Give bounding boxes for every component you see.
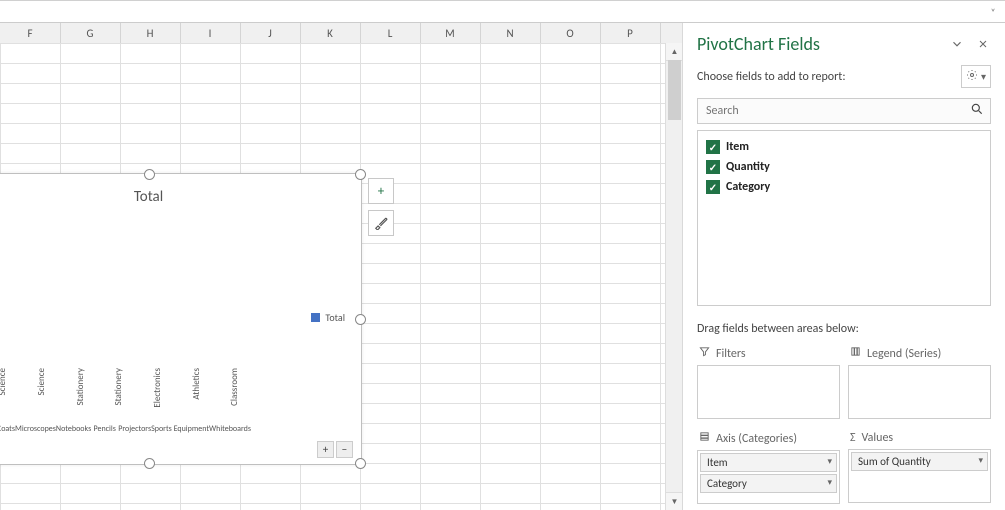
- field-label: Category: [726, 180, 770, 194]
- search-input[interactable]: [704, 103, 970, 119]
- filter-icon: [699, 346, 710, 361]
- columns-icon: [850, 346, 861, 361]
- chart-elements-button[interactable]: +: [368, 178, 394, 204]
- drag-instruction: Drag fields between areas below:: [683, 316, 1005, 342]
- field-label: Item: [726, 140, 749, 154]
- chart-item-label: Microscopes: [15, 424, 56, 434]
- chart-styles-button[interactable]: [368, 210, 394, 236]
- axis-dropzone[interactable]: Item Category: [697, 450, 840, 504]
- area-label: Legend (Series): [867, 347, 941, 361]
- panel-close-button[interactable]: [975, 36, 991, 52]
- field-list-item[interactable]: ✓ Item: [698, 137, 990, 157]
- area-label: Axis (Categories): [716, 432, 797, 446]
- chart-collapse-button[interactable]: −: [336, 441, 353, 458]
- chevron-down-icon: ▾: [981, 70, 986, 83]
- gear-icon: [966, 69, 978, 84]
- area-field-item[interactable]: Sum of Quantity: [851, 452, 988, 471]
- column-header[interactable]: J: [240, 23, 301, 43]
- scroll-thumb[interactable]: [668, 60, 681, 120]
- scroll-down-button[interactable]: ▼: [666, 492, 683, 510]
- filters-dropzone[interactable]: [697, 365, 840, 419]
- chart-category-label: Stationery: [113, 368, 124, 406]
- pivotchart-object[interactable]: Total ElectronicsScienceScienceStationer…: [0, 173, 362, 465]
- chart-plot-area[interactable]: ElectronicsScienceScienceStationeryStati…: [0, 214, 251, 364]
- chart-x-labels: CalculatorsLab CoatsMicroscopesNotebooks…: [0, 424, 251, 434]
- chart-legend[interactable]: Total: [311, 311, 345, 324]
- chart-item-label: Notebooks: [56, 424, 91, 434]
- resize-handle[interactable]: [355, 458, 366, 469]
- legend-label: Total: [325, 311, 345, 324]
- column-header[interactable]: L: [360, 23, 421, 43]
- chart-category-label: Athletics: [191, 368, 202, 400]
- scroll-up-button[interactable]: ▲: [666, 43, 683, 61]
- column-header[interactable]: I: [180, 23, 241, 43]
- chart-item-label: Lab Coats: [0, 424, 15, 434]
- legend-swatch: [311, 313, 320, 322]
- values-area: Σ Values Sum of Quantity: [848, 427, 991, 504]
- checkbox-icon[interactable]: ✓: [706, 180, 720, 194]
- chart-item-label: Whiteboards: [209, 424, 251, 434]
- filters-area: Filters: [697, 342, 840, 419]
- column-header[interactable]: P: [600, 23, 661, 43]
- resize-handle[interactable]: [144, 169, 155, 180]
- area-label: Filters: [716, 347, 746, 361]
- panel-title: PivotChart Fields: [697, 33, 939, 55]
- column-header[interactable]: F: [0, 23, 61, 43]
- field-list-item[interactable]: ✓ Category: [698, 177, 990, 197]
- resize-handle[interactable]: [355, 314, 366, 325]
- legend-dropzone[interactable]: [848, 365, 991, 419]
- worksheet-grid[interactable]: Total ElectronicsScienceScienceStationer…: [0, 43, 683, 510]
- checkbox-icon[interactable]: ✓: [706, 140, 720, 154]
- formula-bar-expand[interactable]: ˅: [985, 4, 1001, 20]
- field-list-item[interactable]: ✓ Quantity: [698, 157, 990, 177]
- chart-item-label: Pencils: [91, 424, 118, 434]
- field-label: Quantity: [726, 160, 770, 174]
- chart-category-label: Electronics: [152, 368, 163, 408]
- chart-category-label: Science: [36, 368, 47, 396]
- legend-area: Legend (Series): [848, 342, 991, 419]
- resize-handle[interactable]: [355, 169, 366, 180]
- values-dropzone[interactable]: Sum of Quantity: [848, 449, 991, 503]
- field-list[interactable]: ✓ Item ✓ Quantity ✓ Category: [697, 130, 991, 306]
- axis-area: Axis (Categories) Item Category: [697, 427, 840, 504]
- search-input-wrapper[interactable]: [697, 98, 991, 124]
- chart-category-label: Classroom: [229, 368, 240, 406]
- column-header[interactable]: G: [60, 23, 121, 43]
- area-field-item[interactable]: Category: [700, 474, 837, 493]
- chart-zoom-buttons: + −: [317, 441, 353, 458]
- column-header[interactable]: O: [540, 23, 601, 43]
- chart-expand-button[interactable]: +: [317, 441, 334, 458]
- panel-subtitle: Choose fields to add to report:: [697, 70, 961, 84]
- chart-item-label: Sports Equipment: [151, 424, 209, 434]
- chart-category-label: Science: [0, 368, 8, 396]
- pivotchart-fields-panel: PivotChart Fields Choose fields to add t…: [682, 23, 1005, 510]
- sigma-icon: Σ: [850, 431, 856, 445]
- chart-category-label: Stationery: [75, 368, 86, 406]
- checkbox-icon[interactable]: ✓: [706, 160, 720, 174]
- rows-icon: [699, 431, 710, 446]
- area-label: Values: [862, 431, 894, 445]
- column-header[interactable]: K: [300, 23, 361, 43]
- panel-collapse-button[interactable]: [949, 36, 965, 52]
- search-icon[interactable]: [970, 102, 984, 120]
- resize-handle[interactable]: [144, 458, 155, 469]
- area-field-item[interactable]: Item: [700, 453, 837, 472]
- column-header[interactable]: N: [480, 23, 541, 43]
- column-header[interactable]: M: [420, 23, 481, 43]
- column-header[interactable]: H: [120, 23, 181, 43]
- panel-tools-dropdown[interactable]: ▾: [961, 65, 991, 88]
- chart-item-label: Projectors: [118, 424, 151, 434]
- vertical-scrollbar[interactable]: ▲ ▼: [665, 43, 683, 510]
- formula-bar[interactable]: ˅: [0, 1, 1005, 23]
- chart-title[interactable]: Total: [0, 174, 361, 206]
